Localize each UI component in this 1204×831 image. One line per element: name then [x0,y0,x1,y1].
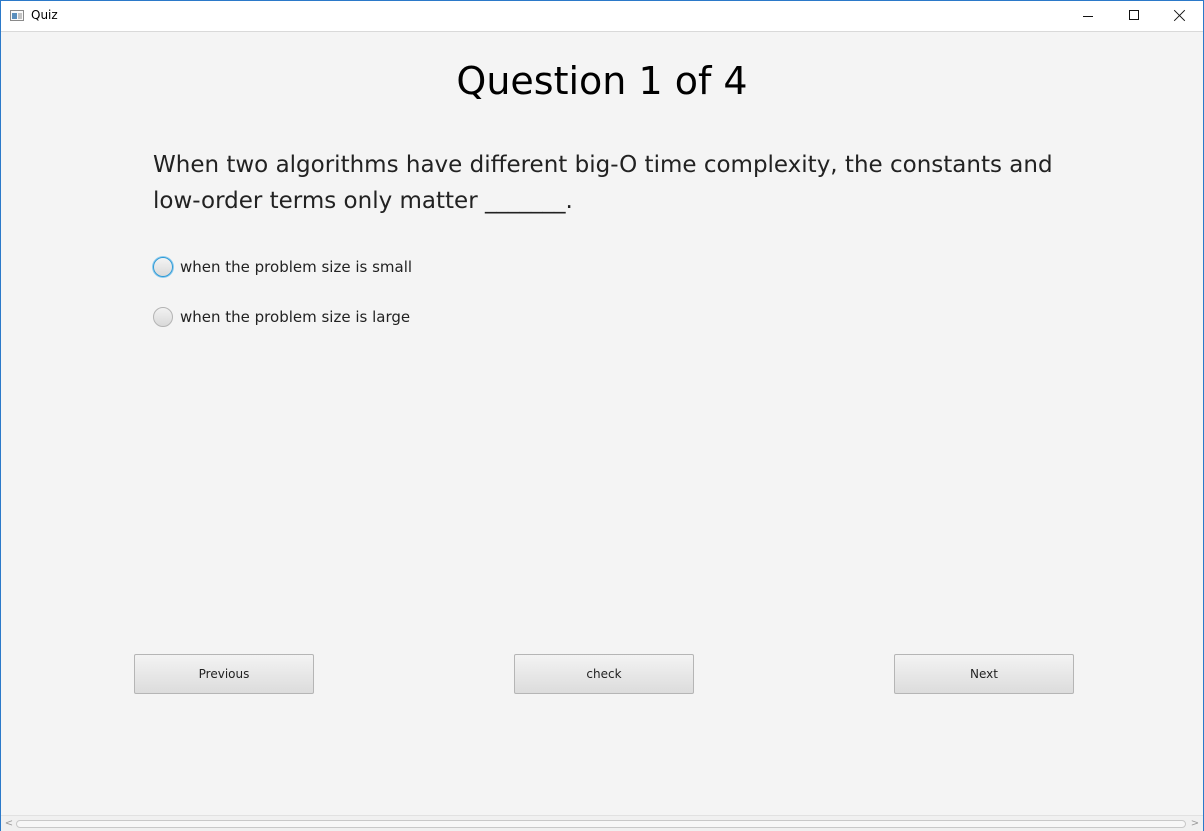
maximize-icon [1129,10,1139,20]
scrollbar-thumb[interactable] [16,820,1186,828]
quiz-window: Quiz Question 1 of 4 When two algorithms… [0,0,1204,831]
check-button[interactable]: check [514,654,694,694]
close-icon [1174,9,1186,21]
question-counter-heading: Question 1 of 4 [456,59,748,103]
scroll-left-arrow-icon[interactable]: < [3,817,15,830]
question-line-2: low-order terms only matter _______. [153,188,573,214]
close-button[interactable] [1157,1,1203,31]
radio-button-1[interactable] [153,257,173,277]
answer-option-2-label[interactable]: when the problem size is large [180,308,410,326]
answer-option-2[interactable]: when the problem size is large [153,305,410,329]
window-title: Quiz [31,8,58,22]
minimize-icon [1083,16,1093,17]
question-text: When two algorithms have different big-O… [153,147,1053,219]
scroll-right-arrow-icon[interactable]: > [1189,817,1201,830]
question-line-1: When two algorithms have different big-O… [153,152,1053,178]
previous-button[interactable]: Previous [134,654,314,694]
title-bar[interactable]: Quiz [1,1,1203,32]
answer-option-1[interactable]: when the problem size is small [153,255,412,279]
next-button[interactable]: Next [894,654,1074,694]
answer-option-1-label[interactable]: when the problem size is small [180,258,412,276]
horizontal-scrollbar[interactable]: < > [1,815,1203,831]
minimize-button[interactable] [1065,1,1111,31]
maximize-button[interactable] [1111,1,1157,31]
radio-button-2[interactable] [153,307,173,327]
app-window-icon [10,10,24,21]
